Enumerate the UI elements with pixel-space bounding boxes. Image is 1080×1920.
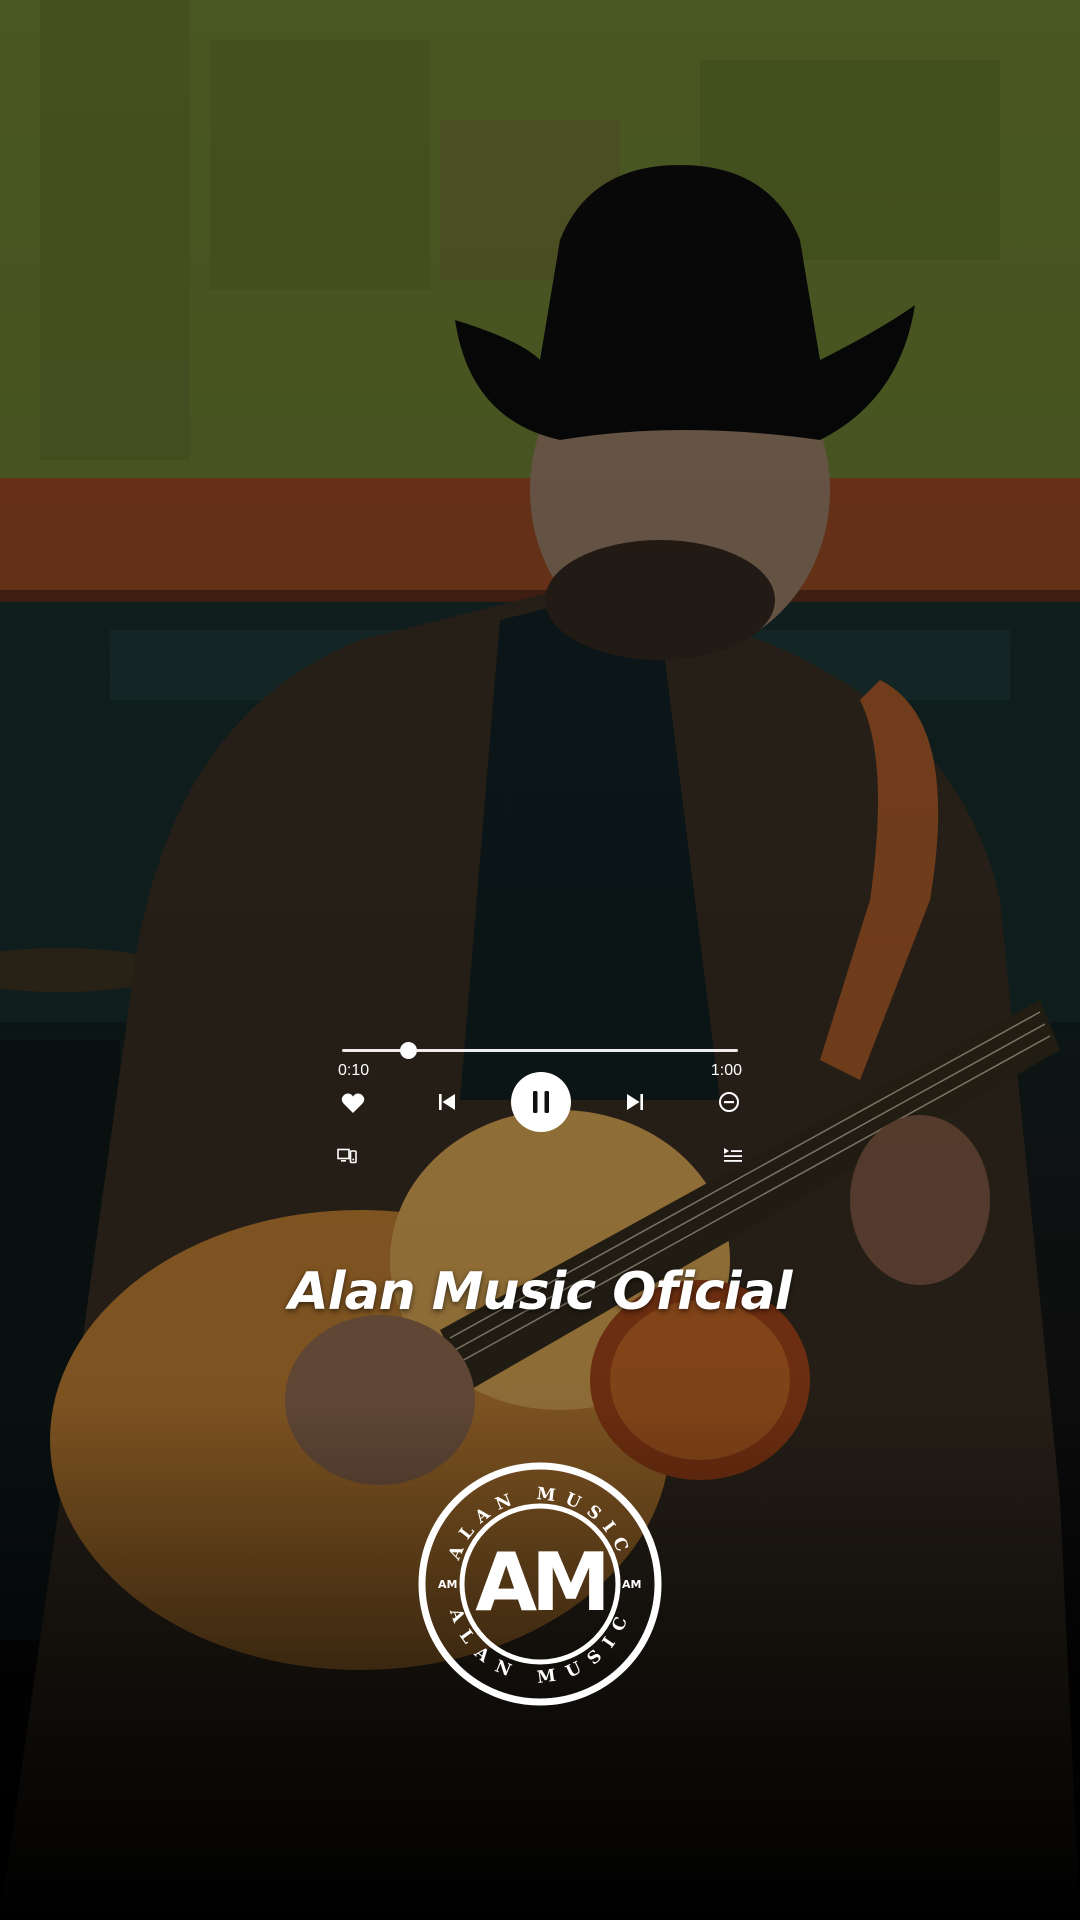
heart-icon <box>341 1093 365 1113</box>
play-pause-button[interactable] <box>511 1072 571 1132</box>
pause-icon <box>533 1091 549 1113</box>
logo-side-mark-left: AM <box>438 1578 457 1591</box>
logo-icon: ALAN MUSIC ALAN MUSIC AM AM AM <box>418 1462 662 1706</box>
remove-button[interactable] <box>716 1089 741 1114</box>
progress-thumb[interactable] <box>400 1042 418 1059</box>
channel-name: Alan Music Oficial <box>288 1262 793 1322</box>
total-time: 1:00 <box>710 1062 742 1079</box>
queue-icon <box>724 1148 742 1162</box>
queue-button[interactable] <box>722 1146 744 1164</box>
logo-monogram: AM <box>475 1536 605 1629</box>
like-button[interactable] <box>338 1090 368 1116</box>
minus-circle-icon <box>718 1091 739 1112</box>
logo-side-mark-right: AM <box>622 1578 641 1591</box>
skip-next-icon <box>627 1094 643 1110</box>
progress-bar[interactable] <box>342 1042 738 1059</box>
device-icon <box>337 1148 357 1164</box>
elapsed-time: 0:10 <box>338 1062 370 1079</box>
connect-device-button[interactable] <box>335 1146 359 1166</box>
video-frame: 0:10 1:00 Alan Music Oficial ALAN MUSIC … <box>0 0 1080 1920</box>
skip-previous-icon <box>439 1094 455 1110</box>
alan-music-logo: ALAN MUSIC ALAN MUSIC AM AM AM <box>416 1460 664 1708</box>
previous-button[interactable] <box>434 1091 460 1113</box>
next-button[interactable] <box>621 1091 649 1113</box>
